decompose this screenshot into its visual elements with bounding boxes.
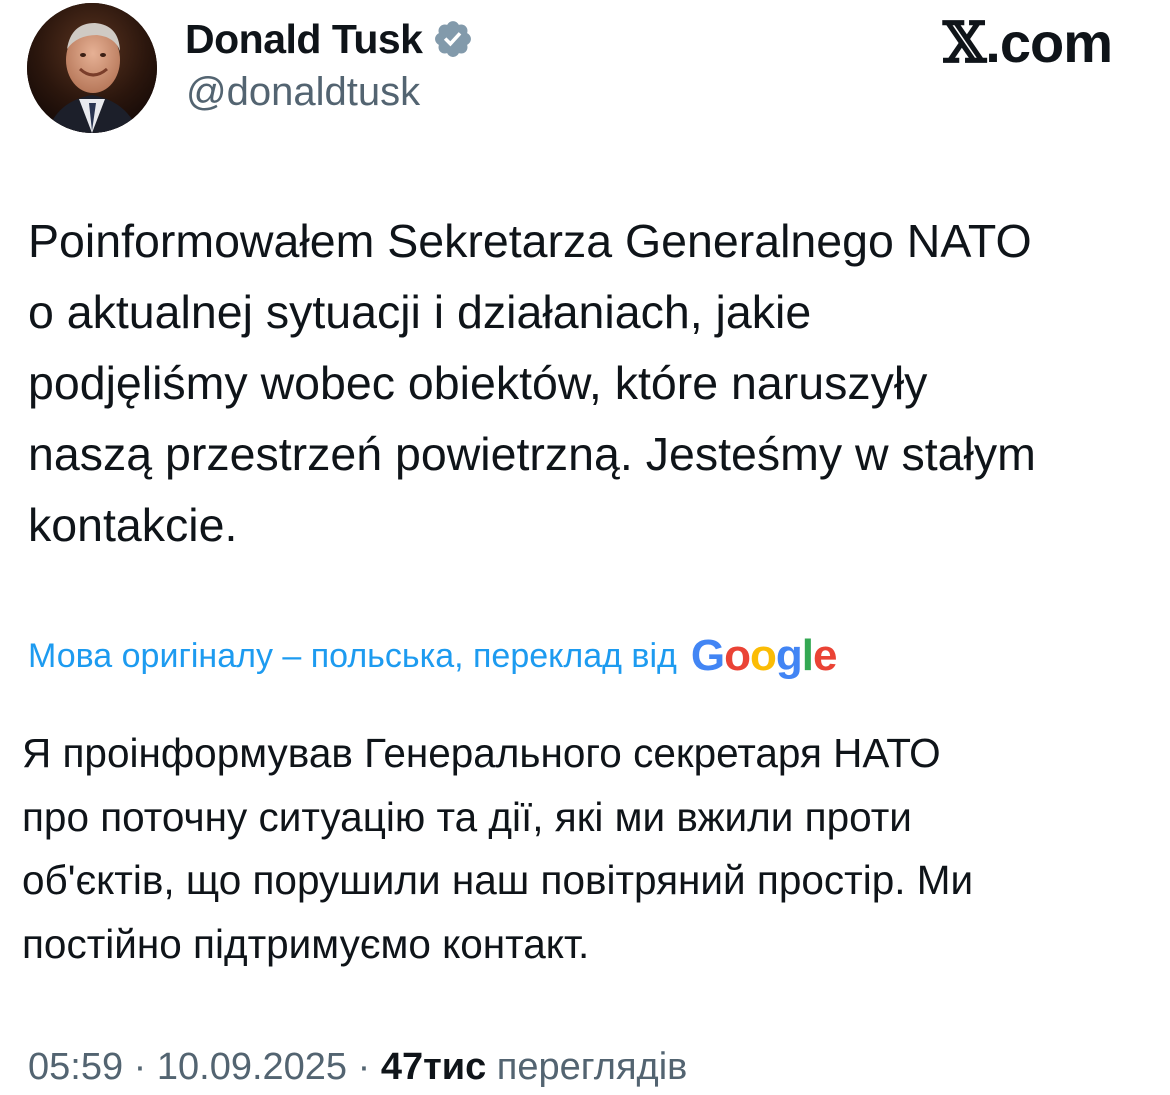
- display-name[interactable]: Donald Tusk: [185, 14, 423, 64]
- x-logo-icon: 𝕏: [942, 10, 986, 76]
- tweet-text-original: Poinformowałem Sekretarza Generalnego NA…: [28, 215, 1036, 551]
- views-label: переглядів: [496, 1046, 688, 1088]
- tweet-text-translation: Я проінформував Генерального секретаря Н…: [22, 730, 974, 967]
- avatar[interactable]: [27, 3, 157, 133]
- site-domain: .com: [985, 11, 1113, 74]
- google-logo: Google: [690, 631, 838, 680]
- author-name-row[interactable]: Donald Tusk: [185, 14, 474, 64]
- tweet-meta: 05:59 · 10.09.2025 · 47тис переглядів: [28, 1040, 687, 1094]
- views-count[interactable]: 47тис: [381, 1046, 486, 1088]
- translation-label[interactable]: Мова оригіналу – польська, переклад від: [28, 628, 677, 684]
- verified-badge-icon: [432, 18, 474, 60]
- profile-photo: [27, 3, 157, 133]
- translation-note[interactable]: Мова оригіналу – польська, переклад від …: [28, 628, 838, 684]
- meta-separator: ·: [357, 1046, 371, 1088]
- x-com-logo: 𝕏.com: [942, 10, 1113, 76]
- meta-separator: ·: [133, 1046, 147, 1088]
- tweet-time[interactable]: 05:59: [28, 1046, 123, 1088]
- author-handle[interactable]: @donaldtusk: [186, 67, 420, 117]
- tweet-date[interactable]: 10.09.2025: [157, 1046, 347, 1088]
